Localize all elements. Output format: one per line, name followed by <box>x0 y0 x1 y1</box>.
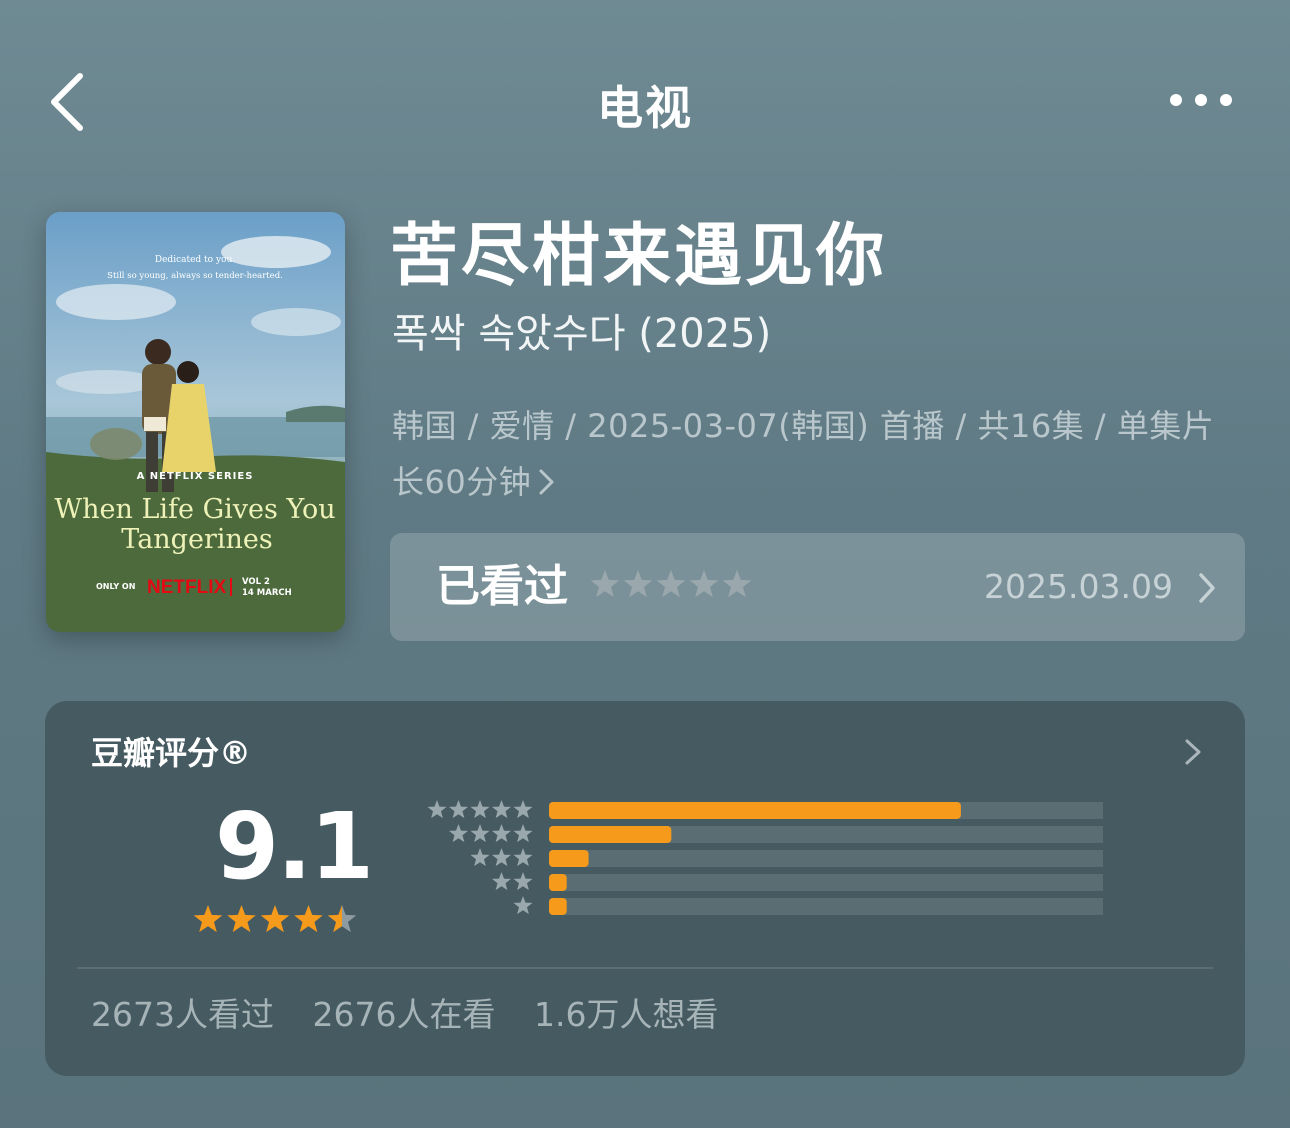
dist-track-2 <box>549 874 1103 891</box>
user-rating-star-icon <box>623 570 653 598</box>
rating-score: 9.1 <box>215 793 374 900</box>
chevron-right-icon <box>1199 573 1215 603</box>
poster-release: 14 MARCH <box>242 588 292 598</box>
watched-label: 已看过 <box>436 561 568 612</box>
score-star-icon <box>294 905 323 933</box>
rating-stats: 2673人看过 2676人在看 1.6万人想看 <box>91 993 746 1037</box>
poster-vol: VOL 2 <box>242 577 270 587</box>
dist-row-4-star-icon <box>448 824 533 843</box>
user-rating-star-icon <box>656 570 686 598</box>
score-star-icon <box>193 905 223 933</box>
stat-watched[interactable]: 2673人看过 <box>91 995 274 1034</box>
dist-bar-1 <box>549 898 567 915</box>
meta-line-2: 长60分钟 <box>392 454 1232 510</box>
divider <box>77 967 1213 969</box>
dist-row-5-star-icon <box>427 800 533 819</box>
meta-line-1: 韩国 / 爱情 / 2025-03-07(韩国) 首播 / 共16集 / 单集片 <box>392 407 1215 445</box>
more-dots-icon[interactable] <box>1166 88 1236 112</box>
dist-bar-4 <box>549 826 672 843</box>
poster-image[interactable]: Dedicated to you. Still so young, always… <box>46 212 345 632</box>
user-rating-star-icon <box>590 570 620 598</box>
dist-row-3-star-icon <box>470 848 533 867</box>
user-rating-star-icon <box>689 570 719 598</box>
poster-only-on: ONLY ON <box>96 582 135 591</box>
dist-row-2-star-icon <box>491 872 533 891</box>
rating-distribution <box>427 800 1103 915</box>
show-title: 苦尽柑来遇见你 <box>390 217 888 296</box>
poster-dedication-2: Still so young, always so tender-hearted… <box>107 271 283 281</box>
dist-bar-3 <box>549 850 589 867</box>
watched-status-card[interactable]: 已看过 2025.03.09 <box>390 533 1245 641</box>
poster-title-1: When Life Gives You <box>54 494 335 525</box>
dist-track-1 <box>549 898 1103 915</box>
poster-title-2: Tangerines <box>121 524 272 555</box>
chevron-right-icon[interactable] <box>1183 737 1203 767</box>
user-rating-stars[interactable] <box>590 569 755 605</box>
chevron-right-icon <box>539 469 554 495</box>
douban-rating-card[interactable]: 豆瓣评分® 9.1 2673人看过 2676人在看 1.6万人想看 <box>45 701 1245 1076</box>
dist-track-3 <box>549 850 1103 867</box>
score-star-icon <box>260 905 290 933</box>
stat-watching[interactable]: 2676人在看 <box>312 995 495 1034</box>
user-rating-star-icon <box>722 570 752 598</box>
watched-date: 2025.03.09 <box>984 567 1173 606</box>
original-title: 폭싹 속았수다 (2025) <box>392 311 772 357</box>
nav-bar: 电视 <box>0 0 1290 200</box>
page-title: 电视 <box>597 81 693 135</box>
dist-bar-5 <box>549 802 961 819</box>
stat-wish[interactable]: 1.6万人想看 <box>534 995 718 1034</box>
meta-line-2-text: 长60分钟 <box>392 463 532 501</box>
dist-row-1-star-icon <box>513 896 533 915</box>
rating-title: 豆瓣评分® <box>91 734 252 772</box>
rating-stars <box>193 905 357 933</box>
netflix-logo: NETFLIX <box>147 577 226 598</box>
poster-series-tag: A NETFLIX SERIES <box>137 471 254 482</box>
poster-dedication-1: Dedicated to you. <box>155 255 235 265</box>
score-star-icon <box>327 905 357 933</box>
score-star-icon <box>227 905 256 933</box>
show-meta[interactable]: 韩国 / 爱情 / 2025-03-07(韩国) 首播 / 共16集 / 单集片… <box>392 398 1232 510</box>
dist-bar-2 <box>549 874 567 891</box>
